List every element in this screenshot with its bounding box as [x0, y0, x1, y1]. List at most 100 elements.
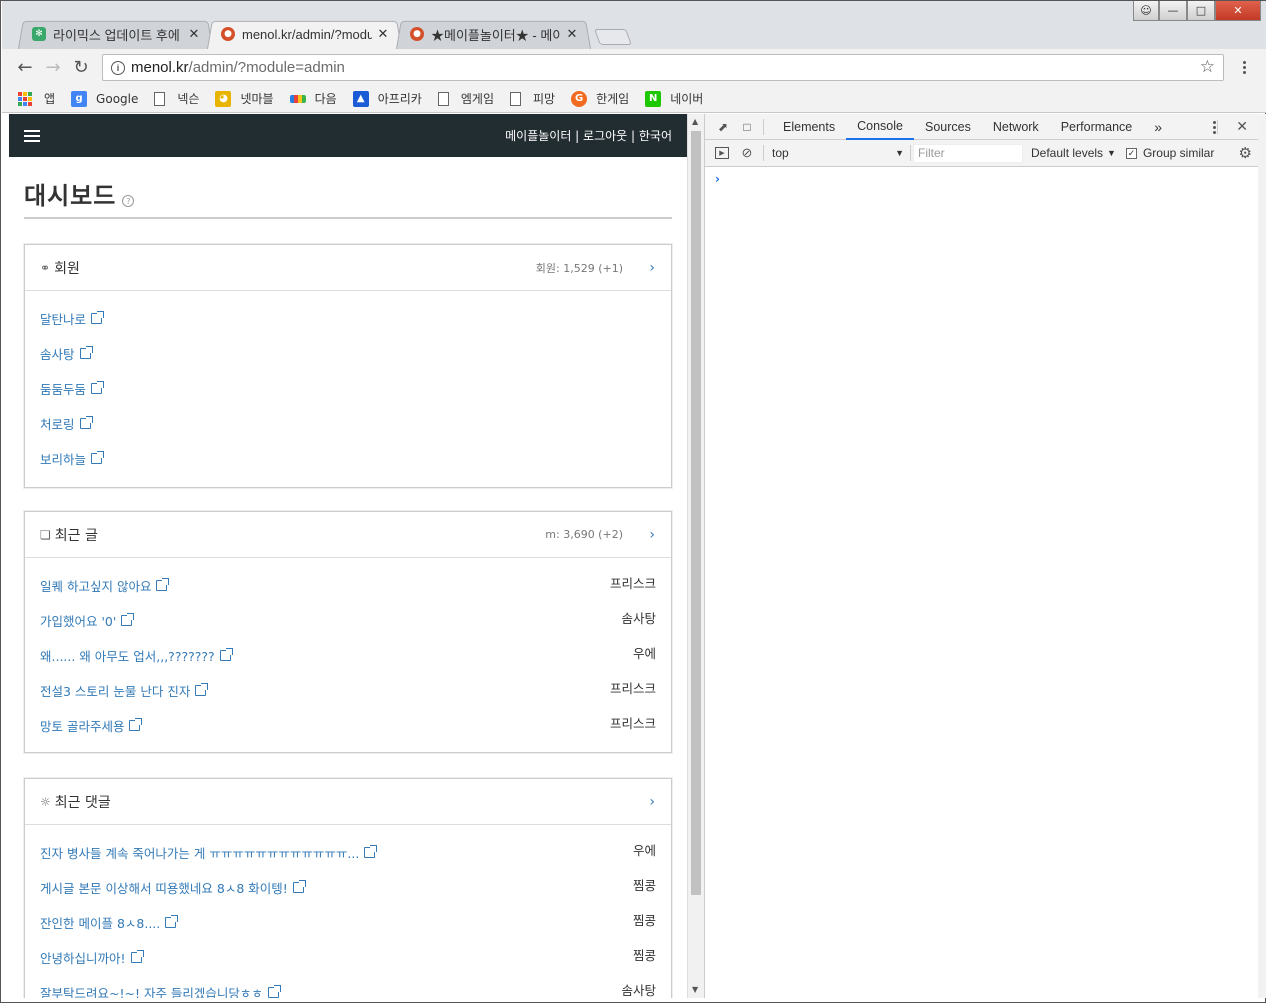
bookmark-google[interactable]: g Google: [71, 90, 138, 107]
bookmark-star-icon[interactable]: ☆: [1200, 57, 1215, 77]
bookmark-mgame[interactable]: 엠게임: [437, 90, 494, 107]
post-link[interactable]: 가입했어요 '0': [40, 611, 135, 630]
filter-input[interactable]: Filter: [913, 143, 1023, 163]
close-icon[interactable]: ✕: [565, 27, 579, 42]
url-host: menol.kr: [131, 59, 189, 76]
reload-button[interactable]: ↻: [68, 54, 94, 80]
apps-icon: [18, 91, 32, 106]
comment-link[interactable]: 게시글 본문 이상해서 띠용했네요 8ㅅ8 화이텡!: [40, 878, 306, 897]
post-author: 프리스크: [609, 576, 656, 591]
bookmark-apps[interactable]: 앱: [18, 90, 55, 107]
settings-gear-icon[interactable]: ⚙: [1239, 144, 1252, 162]
maximize-button[interactable]: □: [1187, 1, 1215, 21]
devtools-tab-console[interactable]: Console: [846, 113, 914, 140]
member-link[interactable]: 솜사탕: [40, 344, 93, 363]
devtools-tab-sources[interactable]: Sources: [914, 114, 982, 140]
post-link[interactable]: 망토 골라주세용: [40, 716, 143, 735]
comment-link[interactable]: 안녕하십니까아!: [40, 948, 144, 967]
devtools-tab-network[interactable]: Network: [982, 114, 1050, 140]
hamburger-menu-icon[interactable]: [24, 129, 40, 142]
clear-console-icon[interactable]: ⊘: [739, 145, 755, 161]
post-author: 우에: [632, 646, 656, 661]
comment-link[interactable]: 잘부탁드려요~!~! 자주 들리겠습니당ㅎㅎ: [40, 983, 281, 998]
close-icon[interactable]: ✕: [376, 27, 390, 42]
scroll-up-icon[interactable]: ▲: [692, 117, 698, 126]
tab-title: menol.kr/admin/?module: [242, 26, 372, 42]
post-link[interactable]: 전설3 스토리 눈물 난다 진자: [40, 681, 209, 700]
inspect-element-icon[interactable]: ⬈: [715, 119, 731, 135]
group-similar-toggle[interactable]: ✓ Group similar: [1125, 146, 1215, 160]
page-title: 대시보드: [24, 182, 117, 210]
maple-favicon-icon: ●: [410, 27, 424, 41]
dropdown-arrow-icon: ▼: [895, 148, 904, 158]
external-link-icon: [165, 915, 179, 928]
external-link-icon: [267, 985, 281, 998]
more-tabs-icon[interactable]: »: [1143, 114, 1173, 140]
back-button[interactable]: ←: [12, 54, 38, 80]
sidebar-toggle-icon[interactable]: ▶: [715, 147, 729, 159]
bookmark-netmarble[interactable]: ◕ 넷마블: [215, 90, 274, 107]
member-link[interactable]: 처로링: [40, 414, 93, 433]
bookmark-pmang[interactable]: 피망: [509, 90, 555, 107]
browser-menu-button[interactable]: [1234, 57, 1254, 77]
bookmark-daum[interactable]: 다음: [289, 90, 337, 107]
chevron-right-icon[interactable]: ›: [649, 794, 655, 810]
list-item: 게시글 본문 이상해서 띠용했네요 8ㅅ8 화이텡! 찜콩: [40, 870, 656, 905]
chevron-right-icon[interactable]: ›: [649, 260, 655, 276]
new-tab-button[interactable]: [594, 29, 632, 45]
external-link-icon: [79, 346, 93, 359]
levels-dropdown[interactable]: Default levels ▼: [1031, 146, 1116, 160]
bookmark-naver[interactable]: N 네이버: [645, 90, 703, 107]
bookmark-label: 아프리카: [377, 92, 422, 106]
bookmark-afreeca[interactable]: ▲ 아프리카: [352, 90, 422, 107]
bookmark-label: 엠게임: [460, 92, 494, 106]
devtools-menu-icon[interactable]: [1204, 117, 1224, 137]
device-toolbar-icon[interactable]: □: [739, 119, 755, 135]
close-devtools-icon[interactable]: ✕: [1236, 118, 1248, 135]
tab-2[interactable]: ● menol.kr/admin/?module ✕: [207, 19, 402, 49]
post-link[interactable]: 왜...... 왜 아무도 업서,,,???????: [40, 646, 233, 665]
close-icon[interactable]: ✕: [187, 27, 201, 42]
profile-button[interactable]: ☺: [1133, 1, 1159, 21]
console-toolbar: ▶ ⊘ top ▼ Filter Default levels ▼ ✓ Group s…: [705, 140, 1258, 167]
chevron-right-icon[interactable]: ›: [649, 527, 655, 543]
tab-title: ★메이플놀이터★ - 메이: [431, 27, 561, 43]
member-link[interactable]: 보리하늘: [40, 449, 105, 468]
bookmark-label: 다음: [314, 92, 337, 106]
browser-toolbar: ← → ↻ i menol.kr/admin/?module=admin ☆: [2, 49, 1266, 85]
external-link-icon: [121, 613, 135, 626]
info-icon[interactable]: i: [111, 60, 125, 75]
help-icon[interactable]: ?: [122, 194, 135, 207]
post-link[interactable]: 일퀘 하고싶지 않아요: [40, 576, 170, 595]
scrollbar-thumb[interactable]: [691, 131, 701, 895]
list-item: 안녕하십니까아! 찜콩: [40, 940, 656, 975]
console-prompt[interactable]: ›: [715, 172, 720, 186]
panel-header: ⚭ 회원 회원: 1,529 (+1) ›: [25, 245, 671, 291]
devtools-tab-elements[interactable]: Elements: [772, 114, 846, 140]
scroll-down-icon[interactable]: ▼: [692, 985, 698, 994]
copy-icon: ❏: [40, 527, 51, 542]
address-bar[interactable]: i menol.kr/admin/?module=admin ☆: [102, 54, 1224, 81]
bookmark-hangame[interactable]: G 한게임: [571, 90, 629, 107]
member-link[interactable]: 달탄나로: [40, 309, 105, 328]
forward-button[interactable]: →: [40, 54, 66, 80]
minimize-button[interactable]: —: [1159, 1, 1187, 21]
comment-author: 우에: [632, 843, 656, 858]
tab-3[interactable]: ● ★메이플놀이터★ - 메이 ✕: [396, 19, 591, 49]
external-link-icon: [156, 578, 170, 591]
comment-link[interactable]: 잔인한 메이플 8ㅅ8....: [40, 913, 179, 932]
afreeca-icon: ▲: [352, 90, 369, 107]
tab-title: 라이믹스 업데이트 후에: [53, 27, 180, 43]
member-link[interactable]: 둠둠두둠: [40, 379, 105, 398]
comment-link[interactable]: 진자 병사들 계속 죽어나가는 게 ㅠㅠㅠㅠㅠㅠㅠㅠㅠㅠㅠㅠ...: [40, 843, 378, 862]
close-window-button[interactable]: ✕: [1215, 1, 1261, 21]
page-scrollbar[interactable]: ▲ ▼: [687, 114, 704, 998]
checkbox-checked-icon[interactable]: ✓: [1125, 147, 1137, 159]
tab-1[interactable]: ✻ 라이믹스 업데이트 후에 ✕: [18, 19, 213, 49]
bookmark-nexon[interactable]: 넥슨: [154, 90, 199, 107]
header-links[interactable]: 메이플놀이터 | 로그아웃 | 한국어: [505, 127, 672, 144]
devtools-tab-performance[interactable]: Performance: [1050, 114, 1144, 140]
group-similar-label: Group similar: [1142, 146, 1215, 160]
context-selector[interactable]: top ▼: [772, 146, 904, 160]
post-author: 솜사탕: [621, 611, 656, 626]
